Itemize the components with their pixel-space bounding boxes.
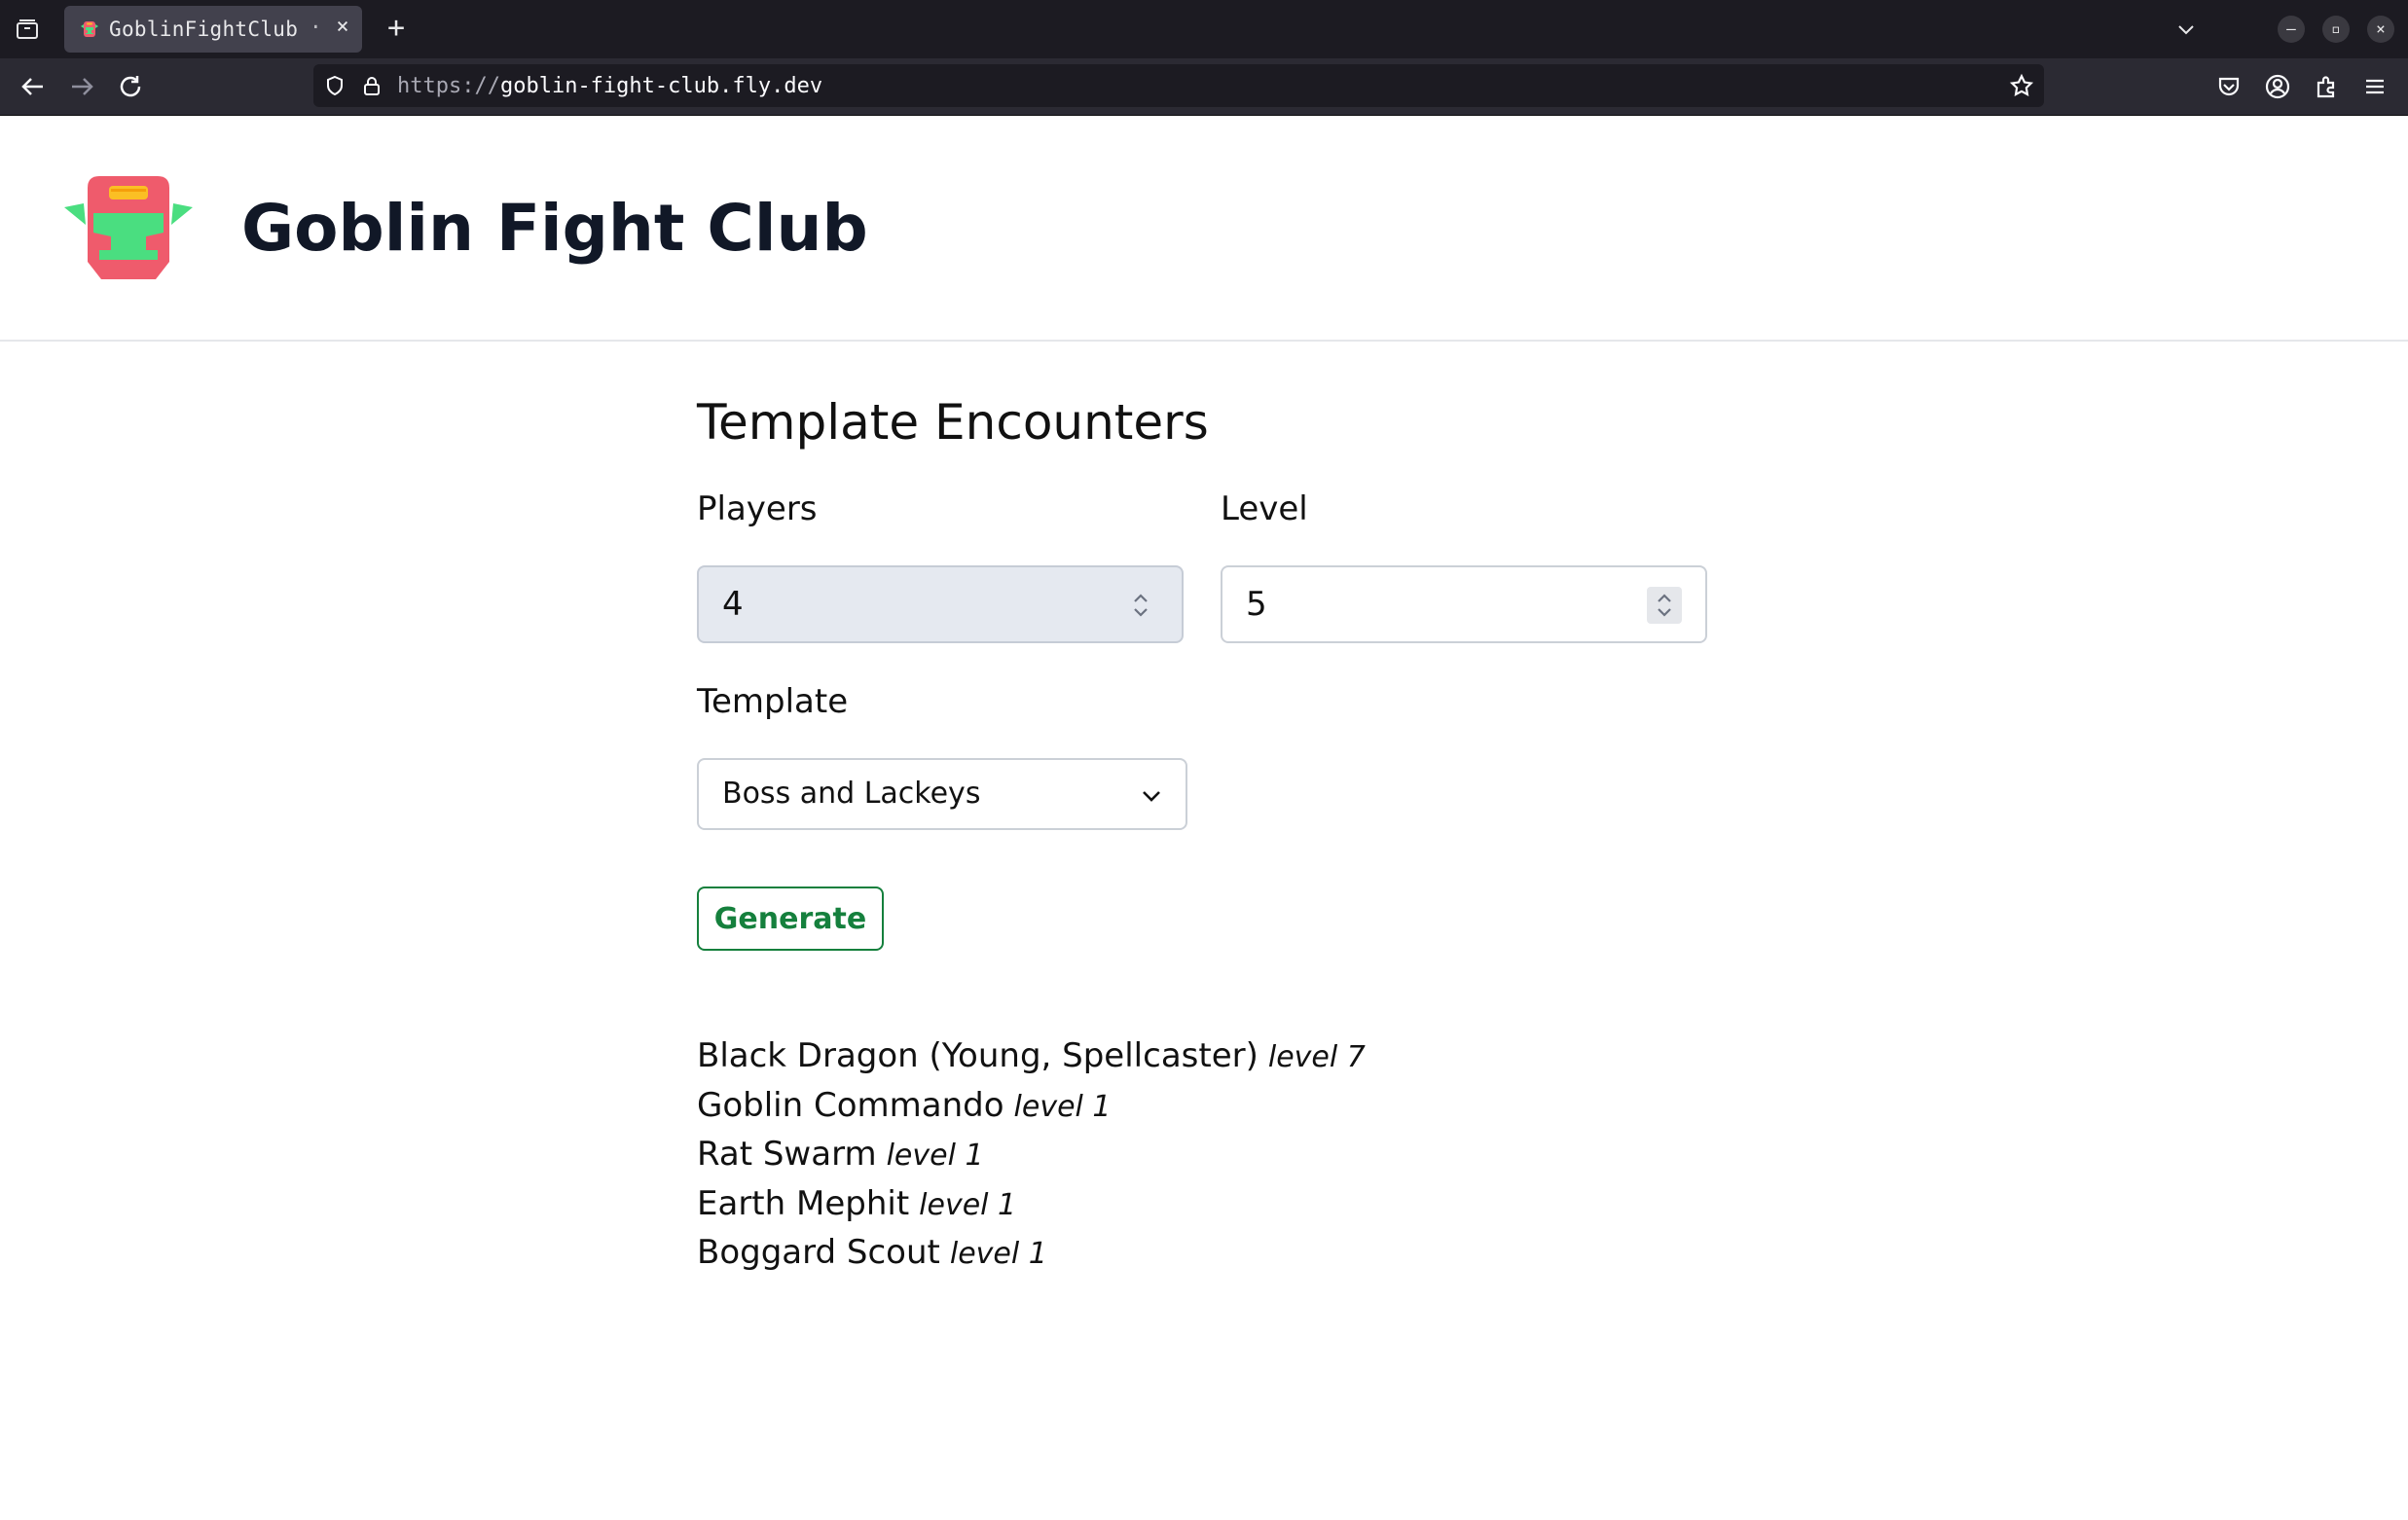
list-item: Earth Mephit level 1 <box>697 1180 1366 1230</box>
reload-icon[interactable] <box>115 71 146 102</box>
site-header: Goblin Fight Club <box>0 116 2408 342</box>
monster-level: level 1 <box>919 1187 1017 1222</box>
level-stepper-icon[interactable] <box>1647 587 1682 624</box>
close-tab-icon[interactable]: × <box>331 14 354 39</box>
browser-tab[interactable]: GoblinFightClub · × <box>64 6 362 53</box>
address-bar[interactable]: https://goblin-fight-club.fly.dev <box>313 64 2044 107</box>
level-label: Level <box>1221 489 1308 528</box>
encounter-results: Black Dragon (Young, Spellcaster) level 7… <box>697 1032 1366 1279</box>
chevron-down-icon[interactable] <box>2174 18 2198 41</box>
forward-arrow-icon[interactable] <box>66 71 97 102</box>
monster-name: Rat Swarm <box>697 1135 877 1175</box>
tab-title: GoblinFightClub <box>109 18 299 41</box>
bookmark-star-icon[interactable] <box>2009 73 2034 98</box>
url-scheme: https:// <box>397 74 500 98</box>
monster-level: level 7 <box>1267 1040 1366 1074</box>
menu-icon[interactable] <box>2361 73 2389 100</box>
list-item: Goblin Commando level 1 <box>697 1082 1366 1132</box>
monster-name: Goblin Commando <box>697 1085 1004 1125</box>
lock-icon[interactable] <box>360 74 383 97</box>
url-host: goblin-fight-club.fly.dev <box>499 74 823 98</box>
site-title[interactable]: Goblin Fight Club <box>241 186 868 271</box>
tab-list-icon[interactable] <box>14 16 41 43</box>
monster-level: level 1 <box>886 1139 984 1174</box>
window-close-icon[interactable]: × <box>2367 16 2394 43</box>
account-icon[interactable] <box>2264 73 2291 100</box>
back-arrow-icon[interactable] <box>18 71 49 102</box>
monster-level: level 1 <box>949 1237 1047 1272</box>
list-item: Boggard Scout level 1 <box>697 1229 1366 1279</box>
players-input[interactable]: 4 <box>697 565 1184 643</box>
goblin-favicon-icon <box>80 19 99 39</box>
browser-navbar: https://goblin-fight-club.fly.dev <box>0 58 2408 116</box>
monster-name: Boggard Scout <box>697 1233 940 1273</box>
list-item: Black Dragon (Young, Spellcaster) level 7 <box>697 1032 1366 1082</box>
shield-icon[interactable] <box>323 74 347 97</box>
browser-tabbar: GoblinFightClub · × + – ▫ × <box>0 0 2408 58</box>
level-value: 5 <box>1246 585 1267 624</box>
players-stepper-icon[interactable] <box>1123 587 1158 624</box>
goblin-logo-icon[interactable] <box>64 174 193 281</box>
monster-level: level 1 <box>1013 1089 1112 1124</box>
monster-name: Earth Mephit <box>697 1183 910 1223</box>
players-value: 4 <box>722 585 744 624</box>
restore-icon[interactable]: ▫ <box>2322 16 2350 43</box>
players-label: Players <box>697 489 818 528</box>
extensions-icon[interactable] <box>2313 73 2340 100</box>
url-text: https://goblin-fight-club.fly.dev <box>397 74 822 98</box>
template-label: Template <box>697 682 849 721</box>
chevron-down-icon <box>1139 783 1164 809</box>
list-item: Rat Swarm level 1 <box>697 1131 1366 1180</box>
minimize-icon[interactable]: – <box>2278 16 2305 43</box>
tab-separator: · <box>310 16 322 39</box>
page-title: Template Encounters <box>697 394 1209 451</box>
generate-button[interactable]: Generate <box>697 887 884 951</box>
template-select[interactable]: Boss and Lackeys <box>697 758 1187 830</box>
pocket-icon[interactable] <box>2215 73 2243 100</box>
level-input[interactable]: 5 <box>1221 565 1707 643</box>
new-tab-icon[interactable]: + <box>382 14 411 43</box>
monster-name: Black Dragon (Young, Spellcaster) <box>697 1036 1259 1075</box>
template-selected-value: Boss and Lackeys <box>722 777 981 811</box>
